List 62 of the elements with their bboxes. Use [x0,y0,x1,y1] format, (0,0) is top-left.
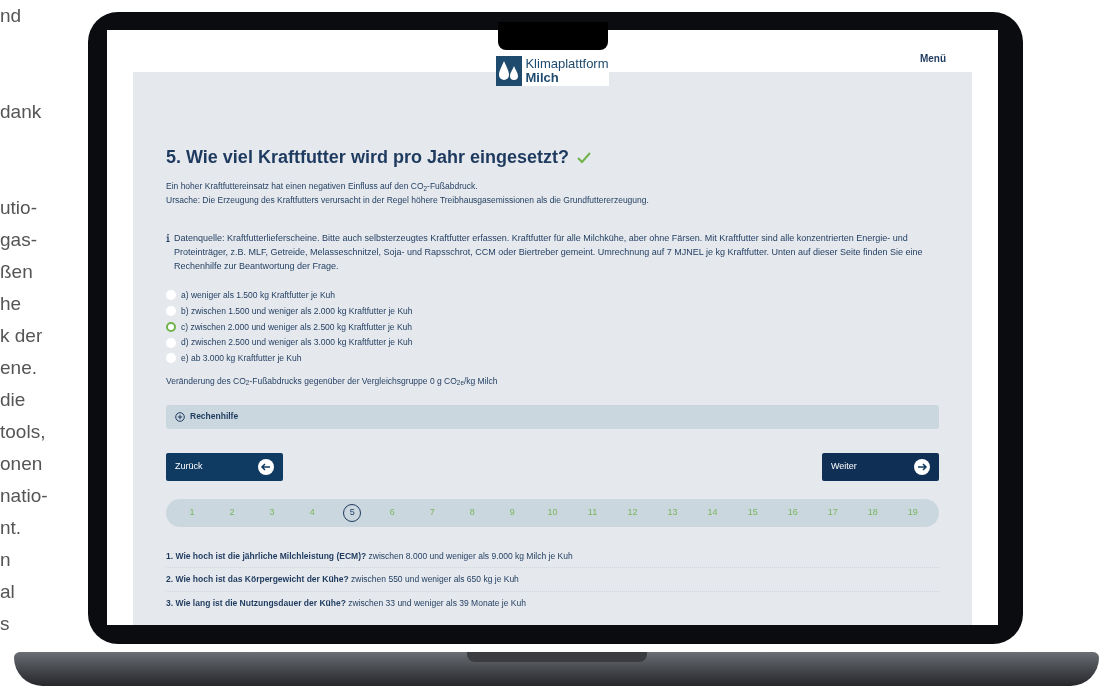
option-label: e) ab 3.000 kg Kraftfutter je Kuh [181,352,302,365]
option-label: c) zwischen 2.000 und weniger als 2.500 kg Kraftfutter je Kuh [181,320,413,334]
text-fragment: natio- [0,484,49,508]
logo-text: Klimaplattform [525,57,609,71]
step-link[interactable]: 11 [583,503,602,522]
text-fragment: dank [0,100,43,124]
text-fragment: n [0,548,12,572]
radio-button[interactable] [166,321,176,332]
radio-button[interactable] [166,337,176,348]
step-link[interactable]: 9 [503,503,522,522]
text-fragment: ßen [0,260,34,284]
text-fragment: gas- [0,228,38,252]
step-link[interactable]: 18 [863,503,882,522]
step-link[interactable]: 6 [383,503,402,522]
radio-button[interactable] [166,353,176,364]
radio-button[interactable] [166,290,176,301]
summary-text: 1. Wie hoch ist die jährliche Milchleistung (ECM)? zwischen 8.000 und weniger als 9.000 kg Milch je Kuh [166,544,939,569]
info-icon [166,234,170,242]
text-fragment: s [0,612,11,636]
step-link[interactable]: 3 [263,503,282,522]
radio-button[interactable] [166,306,176,317]
footprint-change-text: Veränderung des CO$_{2}$-Fußabdrucks gegenüber der Vergleichsgruppe 0 g CO$_{2e}$/kg Milch [166,374,499,388]
text-fragment: utio- [0,196,38,220]
text-fragment: al [0,580,16,604]
step-link[interactable]: 15 [743,503,762,522]
description-text: Ursache: Die Erzeugung des Kraftfutters verursacht in der Regel höhere Treibhausgasemissionen als die Grundfuttererzeugung. [166,194,650,207]
description-text: Ein hoher Kraftfuttereinsatz hat einen negativen Einfluss auf den CO$_{2}$-Fußabdruck. [166,180,479,193]
step-link[interactable]: 12 [623,503,642,522]
step-link[interactable]: 14 [703,503,722,522]
plus-circle-icon [175,411,185,422]
next-button[interactable]: Weiter [822,452,939,481]
question-title: 5. Wie viel Kraftfutter wird pro Jahr eingesetzt? [166,146,569,169]
step-link[interactable]: 7 [423,503,442,522]
text-fragment: tools, [0,420,47,444]
text-fragment: nd [0,4,23,28]
step-link[interactable]: 13 [663,503,682,522]
text-fragment: nt. [0,516,23,540]
back-button[interactable]: Zurück [166,452,283,481]
option-label: b) zwischen 1.500 und weniger als 2.000 kg Kraftfutter je Kuh [181,304,413,318]
info-text: Datenquelle: Kraftfutterlieferscheine. Bitte auch selbsterzeugtes Kraftfutter erfassen. Kraftfutter für alle Milchkühe, aber ohne Färsen. Mit Kraftfutter sind alle konzentrierten Energie- und Proteinträger, z.B. MLF, Getreide, Melasseschnitzel, Soja- und Rapsschrot, CCM oder Biertreber gemeint. Umrechnung auf 7 MJNEL je kg Kraftfutter. Unten auf dieser Seite finden Sie eine Rechenhilfe zur Beantwortung der Frage. [174,232,924,273]
menu-link[interactable]: Menü [919,51,946,66]
summary-text: 2. Wie hoch ist das Körpergewicht der Kühe? zwischen 550 und weniger als 650 kg je Kuh [166,568,939,592]
text-fragment: ene. [0,356,38,380]
step-link[interactable]: 10 [543,503,562,522]
calculator-toggle[interactable]: Rechenhilfe [166,404,939,429]
summary-text: 3. Wie lang ist die Nutzungsdauer der Kühe? zwischen 33 und weniger als 39 Monate je Kuh [166,597,527,610]
text-fragment: die [0,388,27,412]
step-link[interactable]: 17 [823,503,842,522]
arrow-left-icon [258,458,274,475]
text-fragment: onen [0,452,44,476]
option-label: a) weniger als 1.500 kg Kraftfutter je Kuh [181,289,336,302]
text-fragment: k der [0,324,44,348]
step-link[interactable]: 19 [903,503,922,522]
arrow-right-icon [914,458,930,475]
step-link[interactable]: 8 [463,503,482,522]
option-label: d) zwischen 2.500 und weniger als 3.000 kg Kraftfutter je Kuh [181,336,413,349]
step-link[interactable]: 2 [223,503,242,522]
step-link[interactable]: 1 [183,503,201,522]
text-fragment: he [0,292,23,316]
step-link[interactable]: 4 [303,503,322,522]
logo-text: Milch [525,71,559,85]
step-link[interactable]: 16 [783,503,802,522]
